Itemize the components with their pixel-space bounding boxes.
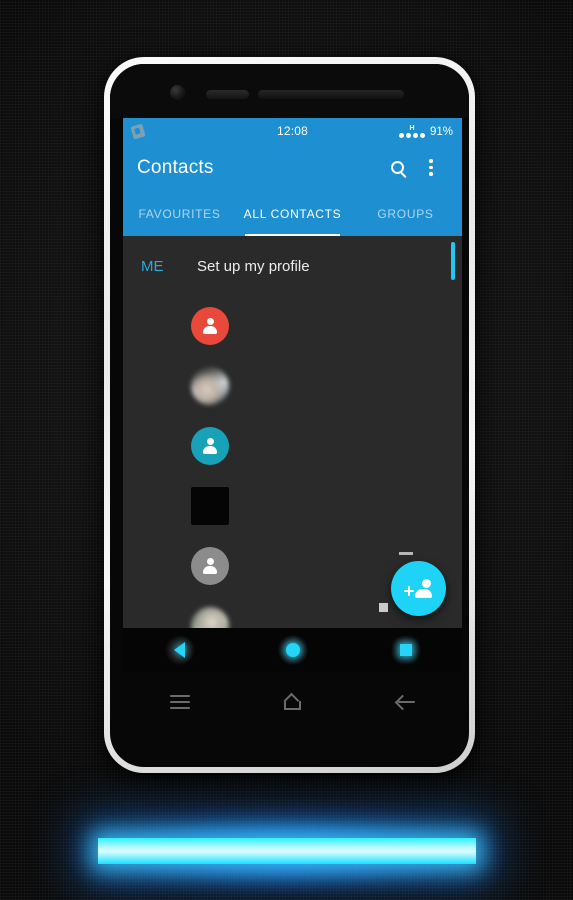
nav-recents-button[interactable] <box>349 635 462 665</box>
me-label: ME <box>141 257 164 275</box>
contacts-list[interactable]: ME Set up my profile <box>123 236 462 628</box>
capacitive-home-key[interactable] <box>236 695 349 710</box>
overflow-menu-button[interactable] <box>414 151 448 185</box>
capacitive-key-row <box>123 672 462 732</box>
back-arrow-icon <box>396 695 416 709</box>
phone-top-bezel <box>110 64 469 118</box>
contact-name <box>247 379 462 393</box>
add-contact-button[interactable] <box>379 552 446 616</box>
avatar <box>191 307 229 345</box>
fab-artifact <box>399 552 413 555</box>
avatar <box>191 427 229 465</box>
avatar <box>191 547 229 585</box>
notification-badge-icon <box>130 123 146 139</box>
phone-body: 12:08 H 91% Contacts FAVOURITES ALL CONT… <box>110 64 469 767</box>
list-item[interactable] <box>123 296 462 356</box>
status-bar-left <box>130 123 277 139</box>
contact-name <box>247 439 462 453</box>
tab-groups-label: GROUPS <box>377 206 434 221</box>
scrollbar-thumb[interactable] <box>451 242 455 280</box>
me-profile-row[interactable]: ME Set up my profile <box>123 236 462 296</box>
avatar <box>191 487 229 525</box>
network-type-label: H <box>409 124 415 132</box>
contact-name <box>247 319 462 333</box>
front-camera-icon <box>170 85 185 100</box>
phone-device: 12:08 H 91% Contacts FAVOURITES ALL CONT… <box>104 57 475 773</box>
avatar <box>191 367 229 405</box>
app-bar: Contacts <box>123 144 462 191</box>
signal-dots-icon <box>398 132 425 138</box>
tab-favourites-label: FAVOURITES <box>138 206 221 221</box>
tab-favourites[interactable]: FAVOURITES <box>123 191 236 236</box>
signal-indicator: H <box>398 124 425 138</box>
status-clock: 12:08 <box>276 124 309 138</box>
avatar <box>191 607 229 628</box>
status-bar-right: H 91% <box>308 125 453 138</box>
tab-groups[interactable]: GROUPS <box>349 191 462 236</box>
recents-square-icon <box>399 644 412 656</box>
glowing-light-bar <box>52 808 522 894</box>
overflow-menu-icon <box>429 159 433 176</box>
status-bar: 12:08 H 91% <box>123 118 462 144</box>
capacitive-back-key[interactable] <box>349 695 462 709</box>
search-button[interactable] <box>380 151 414 185</box>
home-circle-icon <box>285 643 300 657</box>
tab-all-contacts-label: ALL CONTACTS <box>243 206 342 221</box>
earpiece-speaker-icon <box>258 90 404 99</box>
proximity-sensor-icon <box>206 90 249 99</box>
contact-name <box>247 499 462 513</box>
battery-percentage: 91% <box>429 125 453 138</box>
page-title: Contacts <box>137 156 214 178</box>
light-bar-core <box>98 838 476 864</box>
phone-screen: 12:08 H 91% Contacts FAVOURITES ALL CONT… <box>123 118 462 628</box>
nav-home-button[interactable] <box>236 635 349 665</box>
search-icon <box>390 161 404 174</box>
scrollbar-track[interactable] <box>451 236 455 628</box>
back-triangle-icon <box>174 642 185 658</box>
list-item[interactable] <box>123 476 462 536</box>
list-item[interactable] <box>123 356 462 416</box>
fab-artifact <box>379 603 388 612</box>
tab-all-contacts[interactable]: ALL CONTACTS <box>236 191 349 236</box>
add-contact-icon <box>404 579 432 598</box>
menu-icon <box>169 695 190 709</box>
setup-profile-label: Set up my profile <box>197 257 310 275</box>
capacitive-menu-key[interactable] <box>123 695 236 709</box>
home-outline-icon <box>284 695 301 710</box>
nav-back-button[interactable] <box>123 635 236 665</box>
tab-bar: FAVOURITES ALL CONTACTS GROUPS <box>123 191 462 236</box>
software-navigation-bar <box>123 628 462 672</box>
contact-name <box>247 619 462 628</box>
list-item[interactable] <box>123 416 462 476</box>
